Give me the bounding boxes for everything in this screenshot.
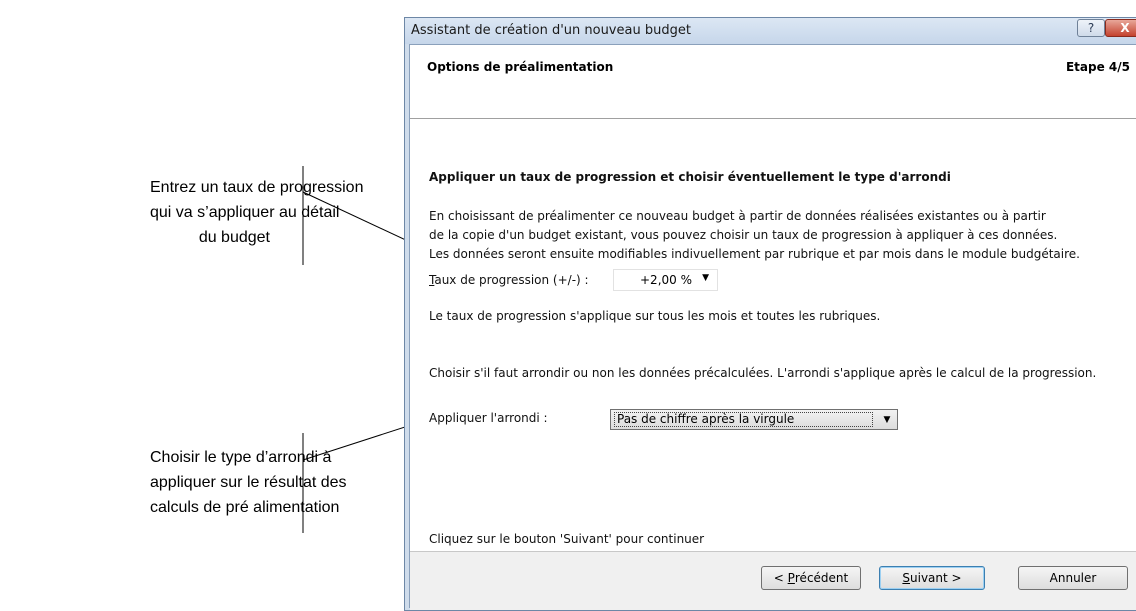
continue-instruction: Cliquez sur le bouton 'Suivant' pour con… bbox=[429, 532, 705, 546]
close-button[interactable]: X bbox=[1105, 19, 1136, 37]
rounding-intro: Choisir s'il faut arrondir ou non les do… bbox=[429, 366, 1097, 380]
window-title: Assistant de création d'un nouveau budge… bbox=[411, 23, 691, 38]
chevron-down-icon: ▼ bbox=[702, 273, 709, 283]
previous-prefix: < bbox=[773, 571, 788, 585]
rounding-select[interactable]: Pas de chiffre après la virgule ▼ bbox=[610, 409, 898, 430]
title-bar: Assistant de création d'un nouveau budge… bbox=[405, 18, 1136, 44]
cancel-button[interactable]: Annuler bbox=[1018, 566, 1128, 590]
wizard-body: Appliquer un taux de progression et choi… bbox=[410, 119, 1136, 551]
rate-label-text: aux de progression (+/-) : bbox=[434, 273, 589, 287]
rounding-label: Appliquer l'arrondi : bbox=[429, 411, 548, 425]
paragraph-line: de la copie d'un budget existant, vous p… bbox=[429, 228, 1058, 242]
rate-combo[interactable]: +2,00 % ▼ bbox=[613, 269, 718, 291]
wizard-dialog: Assistant de création d'un nouveau budge… bbox=[404, 17, 1136, 611]
callout-line: Entrez un taux de progression bbox=[150, 179, 364, 196]
wizard-header: Options de préalimentation Etape 4/5 bbox=[410, 45, 1136, 119]
callout-rate: Entrez un taux de progression qui va s’a… bbox=[150, 175, 364, 250]
paragraph-line: En choisissant de préalimenter ce nouvea… bbox=[429, 209, 1046, 223]
rate-value: +2,00 % bbox=[640, 273, 692, 287]
previous-button[interactable]: < Précédent bbox=[761, 566, 861, 590]
callout-line: calculs de pré alimentation bbox=[150, 499, 340, 516]
dialog-client-area: Options de préalimentation Etape 4/5 App… bbox=[409, 44, 1136, 610]
rate-label: Taux de progression (+/-) : bbox=[429, 273, 589, 287]
rate-note: Le taux de progression s'applique sur to… bbox=[429, 309, 881, 323]
button-bar: < Précédent Suivant > Annuler bbox=[410, 551, 1136, 610]
next-button[interactable]: Suivant > bbox=[879, 566, 985, 590]
step-indicator: Etape 4/5 bbox=[1065, 60, 1130, 74]
callout-line: qui va s’appliquer au détail bbox=[150, 204, 340, 221]
chevron-down-icon: ▼ bbox=[883, 414, 891, 425]
next-accel: S bbox=[902, 571, 911, 585]
previous-accel: P bbox=[787, 571, 795, 585]
callout-line: du budget bbox=[198, 229, 270, 246]
step-title: Options de préalimentation bbox=[427, 60, 614, 74]
section-heading: Appliquer un taux de progression et choi… bbox=[429, 170, 951, 184]
paragraph-line: Les données seront ensuite modifiables i… bbox=[429, 247, 1080, 261]
question-mark-icon: ? bbox=[1087, 21, 1095, 35]
close-icon: X bbox=[1120, 21, 1130, 35]
previous-label: récédent bbox=[794, 571, 849, 585]
callout-line: appliquer sur le résultat des bbox=[150, 474, 347, 491]
callout-line: Choisir le type d’arrondi à bbox=[150, 449, 332, 466]
callout-rounding: Choisir le type d’arrondi à appliquer su… bbox=[150, 445, 347, 520]
help-button[interactable]: ? bbox=[1077, 19, 1105, 37]
rounding-selected-value: Pas de chiffre après la virgule bbox=[614, 412, 873, 427]
cancel-label: Annuler bbox=[1049, 571, 1097, 585]
next-label: uivant > bbox=[910, 571, 962, 585]
